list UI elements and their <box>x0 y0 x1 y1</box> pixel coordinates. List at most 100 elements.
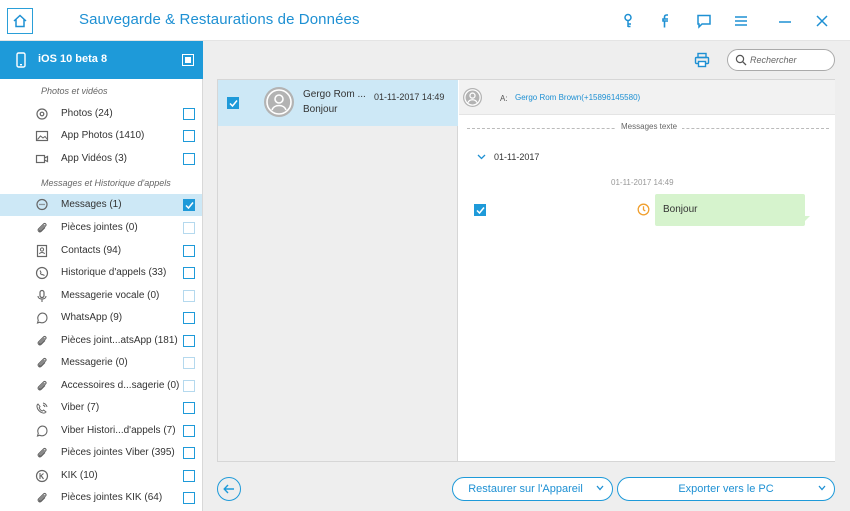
date-group-label: 01-11-2017 <box>494 152 540 162</box>
export-to-pc-button[interactable]: Exporter vers le PC <box>617 477 835 501</box>
chevron-down-icon <box>818 485 826 491</box>
sidebar-item-checkbox[interactable] <box>183 199 195 211</box>
main-area: Gergo Rom ... 01-11-2017 14:49 Bonjour A… <box>203 41 850 511</box>
message-icon <box>35 198 49 212</box>
sidebar-item-messaging[interactable]: Messagerie (0) <box>0 352 202 374</box>
sidebar-item-voicemail[interactable]: Messagerie vocale (0) <box>0 285 202 307</box>
home-icon <box>13 14 27 28</box>
whatsapp-icon <box>35 311 49 325</box>
sidebar-item-whatsapp[interactable]: WhatsApp (9) <box>0 307 202 329</box>
search-icon <box>735 54 747 66</box>
messages-panel: Gergo Rom ... 01-11-2017 14:49 Bonjour A… <box>217 79 835 462</box>
sidebar-item-checkbox[interactable] <box>183 402 195 414</box>
sidebar-item-photos[interactable]: Photos (24) <box>0 103 202 125</box>
sidebar-item-viber-call-history[interactable]: Viber Histori...d'appels (7) <box>0 420 202 442</box>
sidebar-item-viber[interactable]: Viber (7) <box>0 397 202 419</box>
printer-icon <box>694 52 710 68</box>
sidebar-item-messages[interactable]: Messages (1) <box>0 194 202 216</box>
image-icon <box>35 129 49 143</box>
sidebar-item-label: Pièces jointes (0) <box>61 222 138 233</box>
recipient-header: A: Gergo Rom Brown(+15896145580) <box>459 80 835 115</box>
check-icon <box>184 201 194 209</box>
sidebar-item-checkbox[interactable] <box>183 470 195 482</box>
sidebar-item-call-history[interactable]: Historique d'appels (33) <box>0 262 202 284</box>
menu-button[interactable] <box>730 10 752 32</box>
device-name: iOS 10 beta 8 <box>38 53 108 65</box>
search-input[interactable] <box>750 53 830 67</box>
home-button[interactable] <box>7 8 33 34</box>
sidebar-item-app-videos[interactable]: App Vidéos (3) <box>0 148 202 170</box>
clock-icon <box>637 203 650 216</box>
conversation-row[interactable]: Gergo Rom ... 01-11-2017 14:49 Bonjour <box>218 80 458 126</box>
title-bar: Sauvegarde & Restaurations de Données <box>0 0 850 41</box>
message-bubble: Bonjour <box>655 194 810 226</box>
sidebar-item-checkbox[interactable] <box>183 335 195 347</box>
minimize-button[interactable] <box>774 10 796 32</box>
attachment-icon <box>35 334 49 348</box>
whatsapp-icon <box>35 424 49 438</box>
facebook-icon <box>662 14 668 28</box>
arrow-left-icon <box>223 484 234 494</box>
menu-icon <box>735 16 747 26</box>
sidebar-item-checkbox[interactable] <box>183 357 195 369</box>
sidebar-item-checkbox[interactable] <box>183 380 195 392</box>
sidebar-item-label: Messagerie (0) <box>61 357 128 368</box>
facebook-button[interactable] <box>655 10 677 32</box>
attachment-icon <box>35 491 49 505</box>
recipient-value: Gergo Rom Brown(+15896145580) <box>515 93 641 102</box>
sidebar-item-viber-attachments[interactable]: Pièces jointes Viber (395) <box>0 442 202 464</box>
sidebar-item-checkbox[interactable] <box>183 447 195 459</box>
sidebar-item-messaging-accessories[interactable]: Accessoires d...sagerie (0) <box>0 375 202 397</box>
video-icon <box>35 152 49 166</box>
sidebar-item-checkbox[interactable] <box>183 267 195 279</box>
sidebar-item-checkbox[interactable] <box>183 108 195 120</box>
app-title: Sauvegarde & Restaurations de Données <box>79 11 360 28</box>
close-button[interactable] <box>811 10 833 32</box>
restore-to-device-button[interactable]: Restaurer sur l'Appareil <box>452 477 613 501</box>
conversation-date: 01-11-2017 14:49 <box>374 92 445 102</box>
sidebar-item-checkbox[interactable] <box>183 290 195 302</box>
sidebar-item-checkbox[interactable] <box>183 153 195 165</box>
sidebar-item-label: KIK (10) <box>61 470 98 481</box>
sidebar-item-checkbox[interactable] <box>183 312 195 324</box>
sidebar-item-checkbox[interactable] <box>183 245 195 257</box>
sidebar-item-label: App Vidéos (3) <box>61 153 127 164</box>
microphone-icon <box>35 289 49 303</box>
section-photos-label: Photos et vidéos <box>41 86 108 96</box>
sidebar-item-label: WhatsApp (9) <box>61 312 123 323</box>
sidebar-item-label: Pièces joint...atsApp (181) <box>61 335 178 346</box>
feedback-button[interactable] <box>693 10 715 32</box>
sidebar-item-attachments[interactable]: Pièces jointes (0) <box>0 217 202 239</box>
sidebar-item-label: Pièces jointes Viber (395) <box>61 447 175 458</box>
contacts-icon <box>35 244 49 258</box>
sidebar-item-label: Contacts (94) <box>61 245 122 256</box>
date-group-toggle[interactable]: 01-11-2017 <box>477 152 539 162</box>
print-button[interactable] <box>694 52 710 68</box>
check-icon <box>475 206 485 214</box>
export-button-label: Exporter vers le PC <box>678 483 774 495</box>
search-box[interactable] <box>727 49 835 71</box>
conversation-name: Gergo Rom ... <box>303 89 366 100</box>
restore-button-label: Restaurer sur l'Appareil <box>468 483 583 495</box>
device-select-all-checkbox[interactable] <box>182 54 194 66</box>
conversation-checkbox[interactable] <box>227 97 239 109</box>
sidebar-item-checkbox[interactable] <box>183 492 195 504</box>
sidebar-item-checkbox[interactable] <box>183 222 195 234</box>
attachment-icon <box>35 221 49 235</box>
sidebar-item-kik-attachments[interactable]: Pièces jointes KIK (64) <box>0 487 202 509</box>
back-button[interactable] <box>217 477 241 501</box>
sidebar-item-app-photos[interactable]: App Photos (1410) <box>0 125 202 147</box>
message-checkbox[interactable] <box>474 204 486 216</box>
feedback-icon <box>697 14 711 29</box>
sidebar-item-label: Messages (1) <box>61 199 122 210</box>
sidebar-item-checkbox[interactable] <box>183 130 195 142</box>
sidebar-item-checkbox[interactable] <box>183 425 195 437</box>
chevron-down-icon <box>596 485 604 491</box>
sidebar-item-contacts[interactable]: Contacts (94) <box>0 240 202 262</box>
sidebar-item-kik[interactable]: KIK (10) <box>0 465 202 487</box>
check-icon <box>228 99 238 107</box>
key-button[interactable] <box>617 10 639 32</box>
sidebar-item-whatsapp-attachments[interactable]: Pièces joint...atsApp (181) <box>0 330 202 352</box>
key-icon <box>624 13 632 28</box>
device-header[interactable]: iOS 10 beta 8 <box>0 41 203 79</box>
